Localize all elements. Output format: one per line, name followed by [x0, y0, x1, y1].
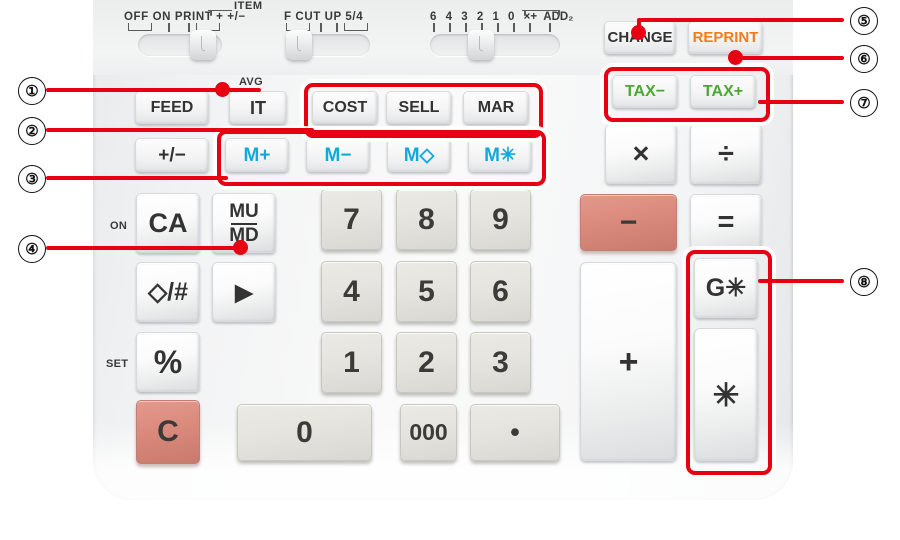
print-mode-switch[interactable]: OFF ON PRINT + +/− ITEM — [124, 0, 274, 63]
rounding-knob[interactable] — [286, 30, 312, 60]
equals-key[interactable]: = — [690, 194, 762, 251]
tick-3 — [465, 23, 467, 32]
diamond-hash-key[interactable]: ◇/# — [136, 262, 200, 322]
on-label: ON — [110, 220, 128, 232]
digit-9-key[interactable]: 9 — [470, 189, 531, 250]
multiply-key[interactable]: × — [605, 124, 677, 184]
decimal-switch[interactable]: 6 4 3 2 1 0 ×+ ADD₂ — [430, 8, 620, 63]
tick-up — [320, 23, 322, 32]
leader-line-2 — [46, 128, 314, 132]
callout-marker-5: ⑤ — [850, 7, 878, 35]
print-mode-knob[interactable] — [190, 30, 216, 60]
rounding-switch[interactable]: F CUT UP 5/4 — [284, 8, 404, 63]
digit-8-key[interactable]: 8 — [396, 189, 457, 250]
leader-dot-4 — [233, 240, 248, 255]
tick-xplus — [529, 23, 531, 32]
item-bracket-left — [210, 10, 212, 16]
addmode-bracket — [522, 10, 560, 18]
leader-line-3 — [46, 176, 228, 180]
digit-6-key[interactable]: 6 — [470, 261, 531, 322]
addmode-bracket-left — [524, 10, 526, 16]
grand-total-key-group-outline — [686, 250, 772, 475]
decimal-track[interactable] — [430, 34, 560, 56]
tick-54a — [336, 23, 338, 32]
percent-key[interactable]: % — [136, 332, 200, 392]
leader-dot-5 — [631, 25, 646, 40]
digit-4-key[interactable]: 4 — [321, 261, 382, 322]
callout-marker-1: ① — [18, 77, 46, 105]
callout-marker-6: ⑥ — [850, 45, 878, 73]
leader-dot-6 — [728, 50, 743, 65]
digit-2-key[interactable]: 2 — [396, 332, 457, 393]
decimal-point-key[interactable]: • — [470, 404, 560, 461]
triple-zero-key[interactable]: 000 — [400, 404, 457, 461]
reprint-key[interactable]: REPRINT — [688, 21, 763, 54]
decimal-ticks — [430, 23, 590, 33]
memory-key-group-outline — [217, 130, 546, 186]
plus-key[interactable]: + — [580, 262, 677, 461]
decimal-knob[interactable] — [468, 30, 494, 60]
leader-dot-1 — [215, 82, 230, 97]
leader-line-4 — [46, 246, 241, 250]
tick-4 — [449, 23, 451, 32]
tick-plus — [188, 23, 190, 32]
calculator-keypad-diagram: OFF ON PRINT + +/− ITEM F CUT UP 5/4 6 4… — [0, 0, 900, 540]
tick-print — [168, 23, 170, 32]
digit-3-key[interactable]: 3 — [470, 332, 531, 393]
set-label: SET — [106, 358, 129, 370]
print-mode-ticks — [124, 23, 244, 33]
plus-minus-key[interactable]: +/− — [135, 138, 209, 172]
tax-key-group-outline — [604, 67, 770, 122]
callout-marker-8: ⑧ — [850, 268, 878, 296]
ca-key[interactable]: CA — [136, 193, 200, 253]
digit-5-key[interactable]: 5 — [396, 261, 457, 322]
tick-6 — [433, 23, 435, 32]
tick-bracket-off-on — [128, 23, 152, 31]
feed-key[interactable]: FEED — [135, 91, 209, 124]
divide-key[interactable]: ÷ — [690, 124, 762, 184]
arrow-right-key[interactable]: ▶ — [212, 262, 276, 322]
avg-label: AVG — [239, 76, 263, 88]
digit-0-key[interactable]: 0 — [237, 404, 372, 461]
tick-1 — [497, 23, 499, 32]
rounding-switch-labels: F CUT UP 5/4 — [284, 11, 364, 23]
minus-key[interactable]: − — [580, 194, 677, 251]
item-bracket — [208, 10, 232, 18]
leader-line-7 — [758, 100, 844, 104]
clear-key[interactable]: C — [136, 400, 200, 464]
mu-md-label: MU MD — [229, 200, 259, 246]
item-label: ITEM — [234, 0, 263, 12]
callout-marker-4: ④ — [18, 235, 46, 263]
tick-0 — [513, 23, 515, 32]
leader-line-6 — [735, 56, 844, 60]
leader-line-5 — [639, 18, 844, 22]
leader-line-8 — [758, 279, 844, 283]
callout-marker-7: ⑦ — [850, 89, 878, 117]
it-key[interactable]: IT — [229, 91, 287, 124]
callout-marker-3: ③ — [18, 165, 46, 193]
tick-bracket-54 — [344, 23, 368, 31]
tick-add2 — [549, 23, 551, 32]
digit-1-key[interactable]: 1 — [321, 332, 382, 393]
callout-marker-2: ② — [18, 117, 46, 145]
addmode-bracket-right — [558, 10, 560, 16]
digit-7-key[interactable]: 7 — [321, 189, 382, 250]
